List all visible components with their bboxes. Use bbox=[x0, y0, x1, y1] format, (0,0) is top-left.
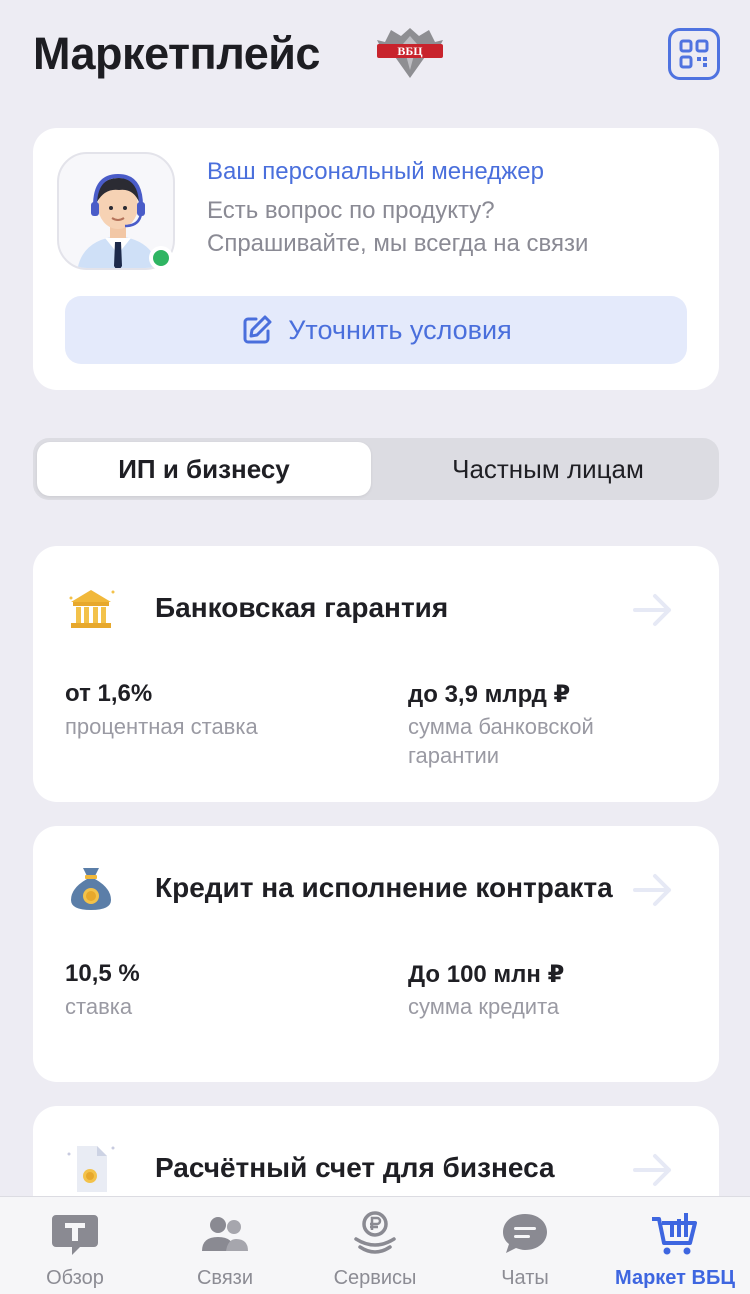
tab-overview[interactable]: Обзор bbox=[0, 1197, 150, 1294]
personal-manager-card: Ваш персональный менеджер Есть вопрос по… bbox=[33, 128, 719, 390]
chat-bubble-icon bbox=[503, 1214, 547, 1253]
money-bag-icon bbox=[71, 868, 111, 910]
people-icon bbox=[202, 1217, 248, 1251]
product-card-contract-credit[interactable]: Кредит на исполнение контракта 10,5 % ст… bbox=[33, 826, 719, 1082]
edit-icon bbox=[243, 315, 272, 344]
arrow-right-icon bbox=[633, 874, 671, 906]
qr-code-icon bbox=[679, 39, 709, 69]
tab-market-vbc[interactable]: Маркет ВБЦ bbox=[600, 1197, 750, 1294]
product-title: Кредит на исполнение контракта bbox=[155, 872, 613, 903]
cart-icon bbox=[652, 1213, 697, 1255]
clarify-terms-label: Уточнить условия bbox=[288, 314, 512, 345]
header: Маркетплейс ВБЦ bbox=[0, 0, 750, 110]
tab-chats[interactable]: Чаты bbox=[450, 1197, 600, 1294]
tab-label: Обзор bbox=[46, 1267, 104, 1289]
arrow-right-icon bbox=[633, 1154, 671, 1186]
amount-value: до 3,9 млрд ₽ bbox=[408, 681, 571, 708]
bank-building-icon bbox=[69, 590, 115, 628]
product-card-bank-guarantee[interactable]: Банковская гарантия от 1,6% процентная с… bbox=[33, 546, 719, 802]
tab-business[interactable]: ИП и бизнесу bbox=[37, 442, 371, 496]
bottom-tab-bar: Обзор Связи Сервисы Чаты Маркет ВБЦ bbox=[0, 1196, 750, 1294]
ruble-stack-icon bbox=[354, 1211, 396, 1254]
clarify-terms-button[interactable]: Уточнить условия bbox=[65, 296, 687, 364]
manager-subtitle-line1: Есть вопрос по продукту? bbox=[207, 197, 495, 224]
logo-text: ВБЦ bbox=[397, 44, 423, 58]
audience-segmented-control: ИП и бизнесу Частным лицам bbox=[33, 438, 719, 500]
amount-label: сумма банковской гарантии bbox=[408, 714, 594, 768]
rate-value: от 1,6% bbox=[65, 680, 153, 707]
arrow-right-icon bbox=[633, 594, 671, 626]
rate-value: 10,5 % bbox=[65, 960, 140, 987]
tab-label: Чаты bbox=[501, 1267, 549, 1289]
qr-scan-button[interactable] bbox=[668, 28, 720, 80]
document-coin-icon bbox=[67, 1146, 115, 1192]
tab-label: Маркет ВБЦ bbox=[615, 1267, 735, 1289]
product-title: Банковская гарантия bbox=[155, 592, 449, 623]
online-status-dot bbox=[149, 246, 173, 270]
amount-value: До 100 млн ₽ bbox=[408, 961, 565, 988]
manager-subtitle-line2: Спрашивайте, мы всегда на связи bbox=[207, 230, 589, 257]
t-logo-icon bbox=[52, 1215, 98, 1255]
product-title: Расчётный счет для бизнеса bbox=[155, 1152, 555, 1183]
vbc-logo: ВБЦ bbox=[377, 28, 443, 78]
manager-title[interactable]: Ваш персональный менеджер bbox=[207, 158, 544, 186]
rate-label: ставка bbox=[65, 994, 133, 1019]
tab-contacts[interactable]: Связи bbox=[150, 1197, 300, 1294]
rate-label: процентная ставка bbox=[65, 714, 258, 739]
tab-services[interactable]: Сервисы bbox=[300, 1197, 450, 1294]
page-title: Маркетплейс bbox=[33, 28, 320, 79]
tab-label: Сервисы bbox=[333, 1267, 417, 1289]
amount-label: сумма кредита bbox=[408, 994, 560, 1019]
tab-individuals[interactable]: Частным лицам bbox=[381, 442, 715, 496]
tab-label: Связи bbox=[196, 1267, 253, 1289]
